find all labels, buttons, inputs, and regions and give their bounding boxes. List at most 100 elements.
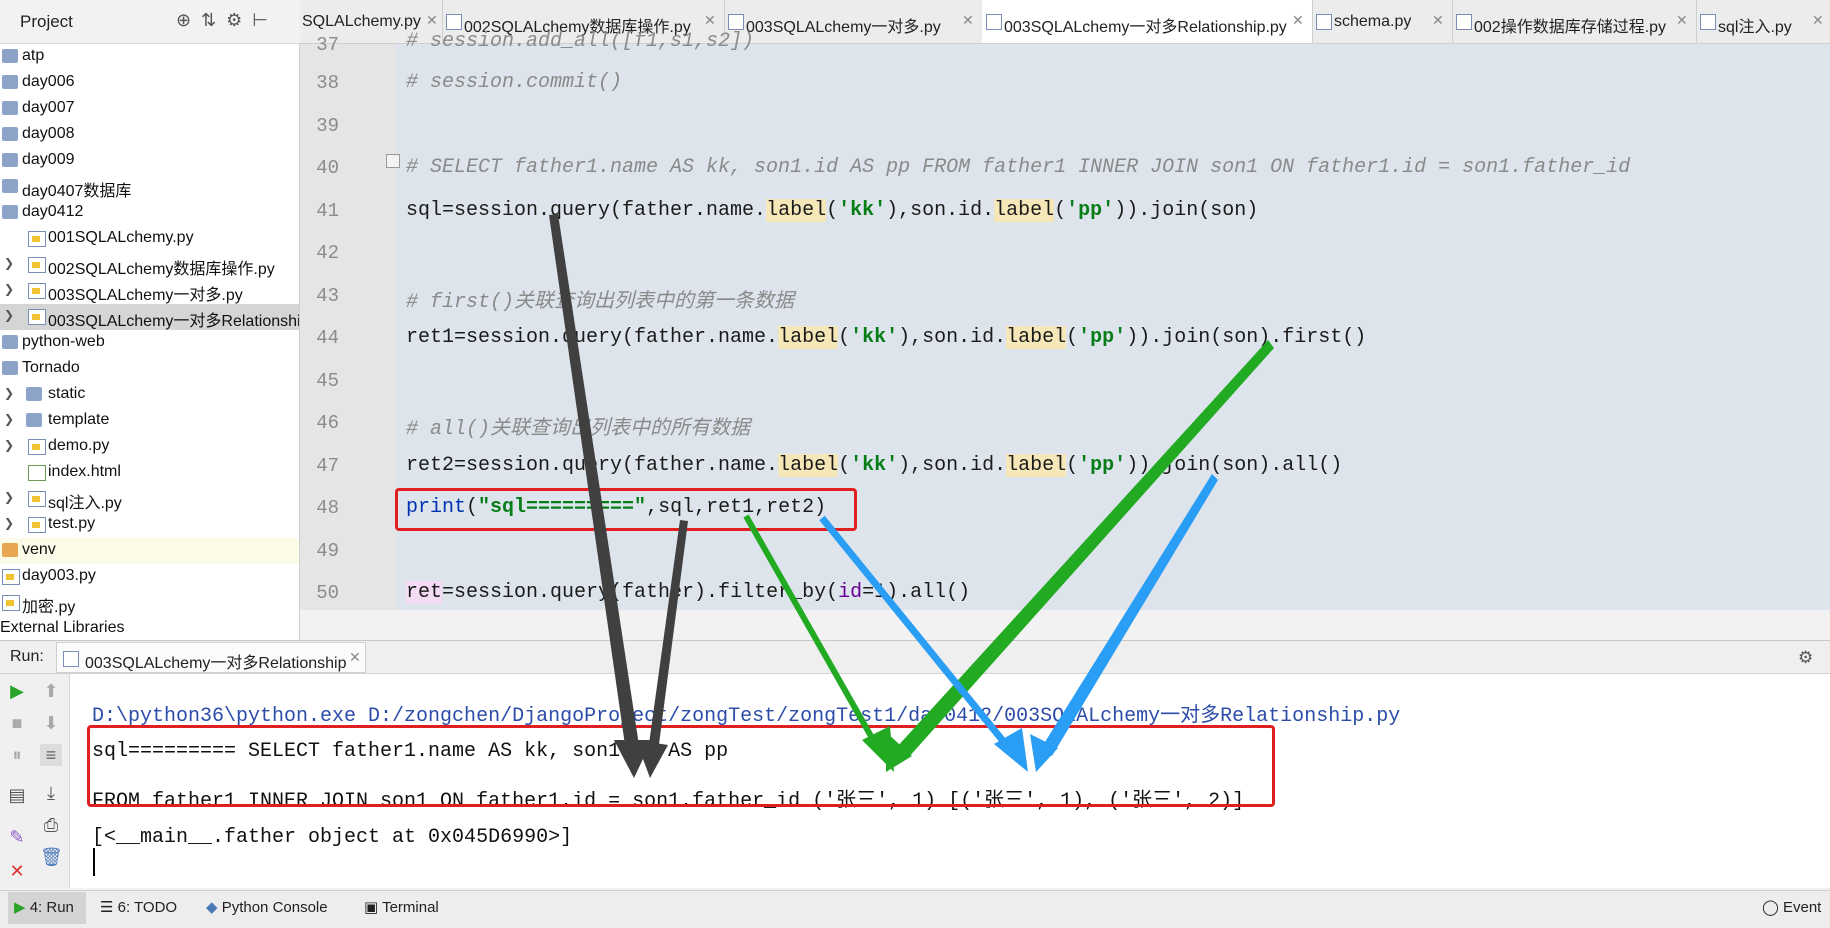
python-file-icon (1316, 14, 1332, 30)
soft-wrap-icon[interactable]: ≡ (40, 744, 62, 766)
tree-item[interactable]: venv (0, 538, 299, 564)
chevron-right-icon[interactable]: ❯ (4, 256, 14, 270)
fold-icon[interactable] (386, 154, 400, 168)
tree-item[interactable]: day0407数据库 (0, 174, 299, 200)
chevron-right-icon[interactable]: ❯ (4, 438, 14, 452)
folder-icon (26, 413, 42, 427)
tree-item[interactable]: External Libraries (0, 616, 299, 640)
search-icon: ◯ (1762, 899, 1783, 916)
chevron-right-icon[interactable]: ❯ (4, 308, 14, 322)
tree-item-label: 003SQLALchemy一对多Relationship.py (48, 313, 300, 330)
tab-sql-injection[interactable]: sql注入.py ✕ (1696, 0, 1830, 43)
arrow-down-icon[interactable]: ⬇ (40, 712, 62, 734)
scroll-to-end-icon[interactable]: ⤓ (40, 782, 62, 804)
tree-item[interactable]: ❯ 003SQLALchemy一对多.py (0, 278, 299, 304)
tree-item[interactable]: day009 (0, 148, 299, 174)
line-number: 50 (316, 582, 339, 604)
tree-item[interactable]: day0412 (0, 200, 299, 226)
folder-icon (2, 153, 18, 167)
tree-item[interactable]: index.html (0, 460, 299, 486)
layout-icon[interactable]: ▤ (6, 784, 28, 806)
close-icon[interactable]: ✕ (1432, 12, 1444, 29)
chevron-right-icon[interactable]: ❯ (4, 282, 14, 296)
close-icon[interactable]: ✕ (349, 649, 361, 666)
highlight-box-output (87, 725, 1275, 807)
todo-icon: ☰ (100, 899, 118, 916)
tree-item[interactable]: ❯ test.py (0, 512, 299, 538)
bottom-tab-event-log[interactable]: ◯ Event (1762, 898, 1821, 916)
tree-item[interactable]: day003.py (0, 564, 299, 590)
trash-icon[interactable]: 🗑 (40, 846, 63, 868)
tree-item[interactable]: day006 (0, 70, 299, 96)
chevron-right-icon[interactable]: ❯ (4, 490, 14, 504)
tree-item-label: static (48, 385, 86, 402)
close-icon[interactable]: ✕ (1676, 12, 1688, 29)
python-file-icon (28, 309, 46, 325)
project-tool-icons[interactable]: ⊕⇅⚙⊢ (176, 10, 278, 31)
bottom-tab-python-console[interactable]: ◆ Python Console (206, 898, 328, 916)
text-caret (93, 848, 95, 876)
tab-schema[interactable]: schema.py ✕ (1312, 0, 1453, 43)
tree-item[interactable]: day007 (0, 96, 299, 122)
run-config-tab[interactable]: 003SQLALchemy一对多Relationship ✕ (56, 642, 366, 673)
folder-icon (2, 361, 18, 375)
tree-item[interactable]: python-web (0, 330, 299, 356)
tree-item[interactable]: day008 (0, 122, 299, 148)
python-file-icon (28, 283, 46, 299)
gear-icon[interactable]: ⚙ (1798, 648, 1813, 668)
code-line-40: # SELECT father1.name AS kk, son1.id AS … (406, 156, 1631, 179)
tab-003[interactable]: 003SQLALchemy一对多.py ✕ (724, 0, 983, 43)
stop-icon[interactable]: ■ (6, 712, 28, 734)
tree-item[interactable]: ❯ static (0, 382, 299, 408)
chevron-right-icon[interactable]: ❯ (4, 412, 14, 426)
tab-003-relationship[interactable]: 003SQLALchemy一对多Relationship.py ✕ (982, 0, 1313, 43)
code-line-41: sql=session.query(father.name.label('kk'… (406, 199, 1259, 222)
tree-item[interactable]: ❯ 002SQLALchemy数据库操作.py (0, 252, 299, 278)
tree-item[interactable]: 加密.py (0, 590, 299, 616)
tree-item[interactable]: Tornado (0, 356, 299, 382)
project-title[interactable]: Project (20, 12, 73, 32)
project-tree[interactable]: atp day006 day007 day008 day009 day0407数… (0, 44, 300, 640)
pause-icon[interactable]: ⏸ (6, 744, 28, 766)
highlight-box-print (395, 488, 857, 531)
print-icon[interactable]: ⎙ (40, 814, 62, 836)
close-icon[interactable]: ✕ (426, 12, 438, 29)
tab-label: SQLALchemy.py (302, 13, 421, 30)
console-line: [<__main__.father object at 0x045D6990>] (92, 826, 573, 849)
chevron-right-icon[interactable]: ❯ (4, 516, 14, 530)
line-number: 48 (316, 497, 339, 519)
python-file-icon (446, 14, 462, 30)
tree-item-label: 加密.py (22, 599, 76, 616)
pin-icon[interactable]: ✎ (6, 826, 28, 848)
line-number: 46 (316, 412, 339, 434)
tree-item-label: day0407数据库 (22, 183, 132, 200)
tab-002-proc[interactable]: 002操作数据库存储过程.py ✕ (1452, 0, 1697, 43)
bottom-tab-todo[interactable]: ☰ 6: TODO (100, 898, 177, 916)
line-number: 37 (316, 34, 339, 56)
tree-item[interactable]: atp (0, 44, 299, 70)
tree-item-label: 002SQLALchemy数据库操作.py (48, 261, 275, 278)
code-line-44: ret1=session.query(father.name.label('kk… (406, 326, 1367, 349)
close-icon[interactable]: ✕ (6, 860, 28, 882)
python-file-icon (1700, 14, 1716, 30)
tree-item[interactable]: ❯ template (0, 408, 299, 434)
tree-item[interactable]: 001SQLALchemy.py (0, 226, 299, 252)
line-number: 45 (316, 370, 339, 392)
tree-item-label: day003.py (22, 567, 96, 584)
tree-item-label: 001SQLALchemy.py (48, 229, 194, 246)
bottom-tab-terminal[interactable]: ▣ Terminal (364, 898, 439, 916)
play-icon[interactable]: ▶ (6, 680, 28, 702)
tree-item[interactable]: ❯ sql注入.py (0, 486, 299, 512)
close-icon[interactable]: ✕ (962, 12, 974, 29)
tree-item-selected[interactable]: ❯ 003SQLALchemy一对多Relationship.py (0, 304, 300, 330)
bottom-tab-run[interactable]: ▶ 4: Run (14, 898, 74, 916)
close-icon[interactable]: ✕ (704, 12, 716, 29)
tab-label: 003SQLALchemy一对多Relationship.py (1004, 19, 1287, 36)
close-icon[interactable]: ✕ (1812, 12, 1824, 29)
folder-icon (26, 387, 42, 401)
close-icon[interactable]: ✕ (1292, 12, 1304, 29)
tree-item[interactable]: ❯ demo.py (0, 434, 299, 460)
chevron-right-icon[interactable]: ❯ (4, 386, 14, 400)
arrow-up-icon[interactable]: ⬆ (40, 680, 62, 702)
run-toolbar: ▶ ⬆ ■ ⬇ ⏸ ≡ ▤ ⤓ ⎙ ✎ 🗑 ✕ (0, 674, 70, 888)
